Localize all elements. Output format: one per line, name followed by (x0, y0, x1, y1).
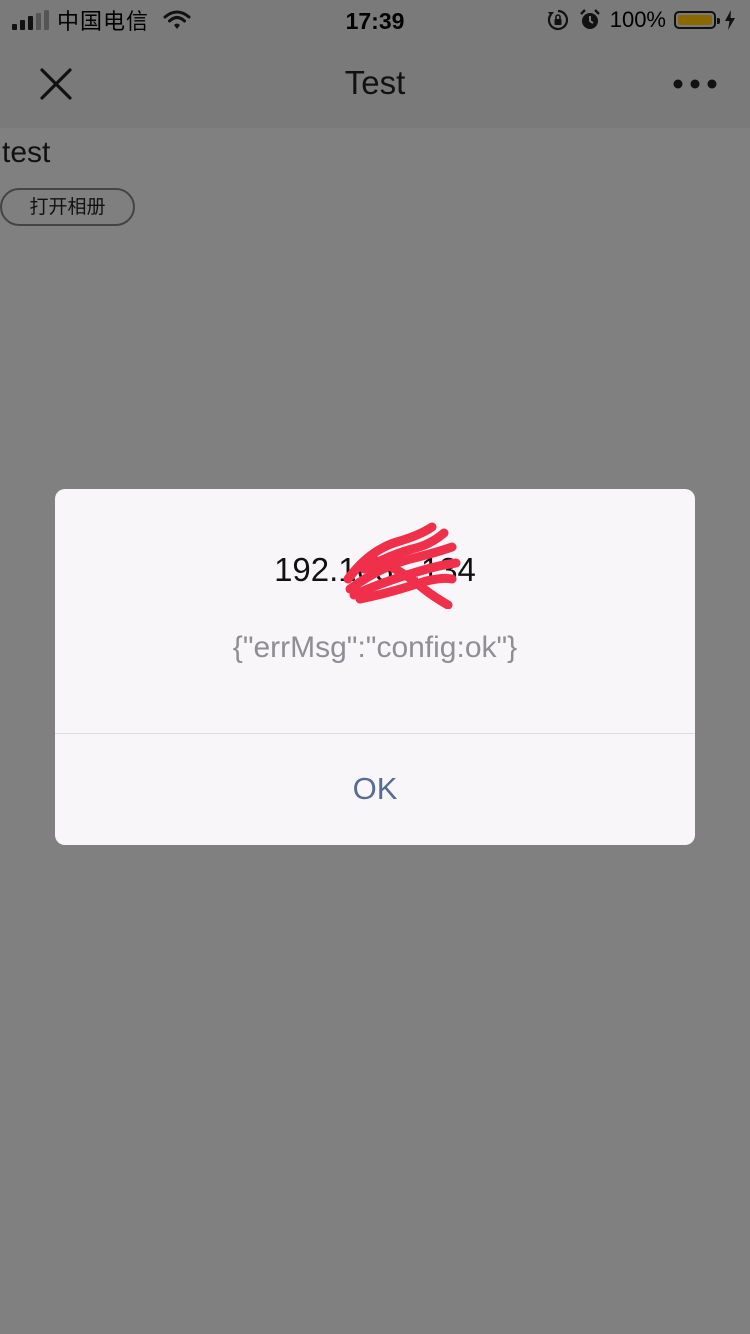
charging-bolt-icon (725, 10, 735, 30)
dialog-title: 192.168. .134 (274, 551, 476, 588)
dialog-message: {"errMsg":"config:ok"} (232, 631, 518, 664)
alert-dialog: 192.168. .134 {"errMsg":"config:ok"} OK (55, 489, 695, 845)
battery-percent: 100% (609, 7, 666, 32)
nav-bar: Test (0, 40, 750, 128)
battery-icon (674, 11, 720, 29)
status-bar: 中国电信 17:39 100% (0, 0, 750, 40)
status-right: 100% (546, 7, 736, 32)
ok-button[interactable]: OK (55, 734, 695, 845)
open-album-button[interactable]: 打开相册 (0, 188, 135, 226)
alarm-icon (579, 9, 600, 29)
page-title: Test (344, 64, 406, 101)
test-text: test (2, 136, 51, 169)
more-icon[interactable] (672, 70, 718, 98)
orientation-lock-icon (547, 9, 568, 31)
